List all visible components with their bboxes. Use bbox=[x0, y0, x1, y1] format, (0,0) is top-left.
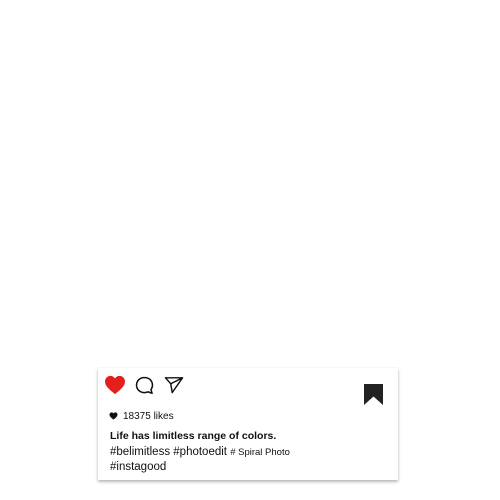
post-caption: Life has limitless range of colors. #bel… bbox=[110, 429, 392, 475]
bookmark-icon[interactable] bbox=[364, 384, 383, 405]
hashtag-instagood[interactable]: #instagood bbox=[110, 461, 166, 473]
post-action-bar bbox=[98, 368, 398, 405]
small-heart-icon bbox=[109, 412, 118, 420]
likes-row: 18375 likes bbox=[109, 409, 174, 423]
heart-filled-icon[interactable] bbox=[104, 375, 126, 395]
likes-count[interactable]: 18375 likes bbox=[123, 411, 174, 422]
hashtag-spiral-photo[interactable]: # Spiral Photo bbox=[230, 447, 290, 458]
speech-bubble-icon[interactable] bbox=[135, 376, 154, 395]
page-canvas: 18375 likes Life has limitless range of … bbox=[0, 0, 500, 500]
post-card: 18375 likes Life has limitless range of … bbox=[98, 368, 398, 480]
hashtags-main[interactable]: #belimitless #photoedit bbox=[110, 446, 227, 458]
caption-hashtags: #belimitless #photoedit # Spiral Photo #… bbox=[110, 445, 392, 475]
caption-title: Life has limitless range of colors. bbox=[110, 430, 277, 442]
paper-plane-icon[interactable] bbox=[164, 376, 184, 394]
